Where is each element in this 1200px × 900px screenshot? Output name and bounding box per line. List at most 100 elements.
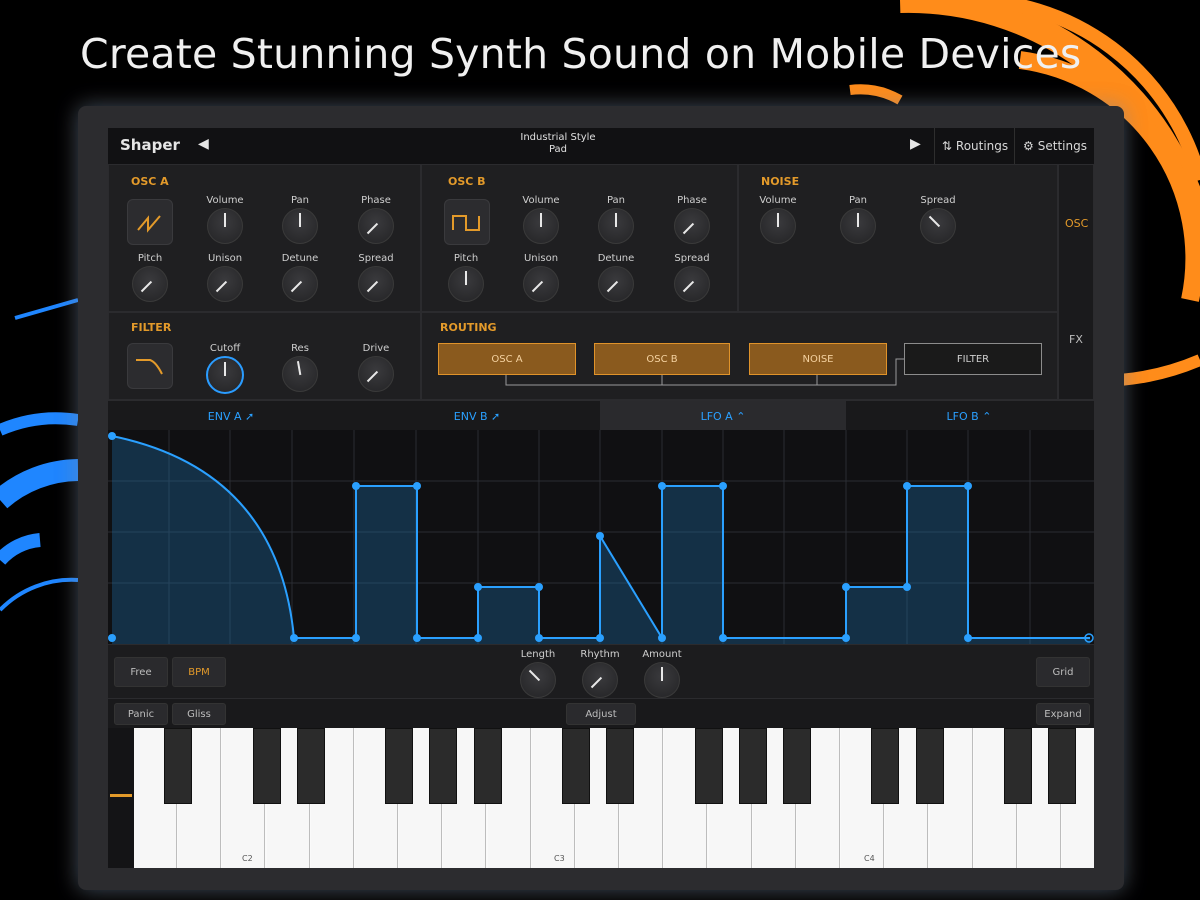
osc-b-volume-knob[interactable]: Volume xyxy=(522,195,560,244)
knob-dial[interactable] xyxy=(920,208,956,244)
knob-dial[interactable] xyxy=(598,266,634,302)
knob-dial[interactable] xyxy=(523,208,559,244)
piano-keyboard[interactable]: C2 C3 C4 xyxy=(134,728,1094,868)
knob-dial[interactable] xyxy=(282,208,318,244)
black-key[interactable] xyxy=(429,728,458,804)
black-key[interactable] xyxy=(915,728,944,804)
lfo-point[interactable] xyxy=(596,634,604,642)
preset-name[interactable]: Industrial Style Pad xyxy=(488,132,628,156)
knob-dial[interactable] xyxy=(282,356,318,392)
black-key[interactable] xyxy=(252,728,281,804)
lfo-point[interactable] xyxy=(413,634,421,642)
settings-button[interactable]: ⚙ Settings xyxy=(1014,128,1094,164)
knob-dial[interactable] xyxy=(598,208,634,244)
lfo-point[interactable] xyxy=(903,583,911,591)
lfo-point[interactable] xyxy=(290,634,298,642)
osc-a-pitch-knob[interactable]: Pitch xyxy=(131,253,169,302)
lfo-length-knob[interactable]: Length xyxy=(519,649,557,698)
panic-button[interactable]: Panic xyxy=(114,703,168,725)
noise-pan-knob[interactable]: Pan xyxy=(839,195,877,244)
tab-osc[interactable]: OSC xyxy=(1065,217,1088,230)
lfo-point[interactable] xyxy=(719,482,727,490)
knob-dial[interactable] xyxy=(207,266,243,302)
osc-a-detune-knob[interactable]: Detune xyxy=(281,253,319,302)
free-button[interactable]: Free xyxy=(114,657,168,687)
lfo-point[interactable] xyxy=(108,634,116,642)
knob-dial[interactable] xyxy=(523,266,559,302)
osc-a-volume-knob[interactable]: Volume xyxy=(206,195,244,244)
expand-button[interactable]: Expand xyxy=(1036,703,1090,725)
lfo-point[interactable] xyxy=(474,634,482,642)
lfo-point[interactable] xyxy=(352,482,360,490)
lfo-point[interactable] xyxy=(413,482,421,490)
adjust-button[interactable]: Adjust xyxy=(566,703,636,725)
lfo-point[interactable] xyxy=(658,482,666,490)
tab-lfo-b[interactable]: LFO B ⌃ xyxy=(846,401,1092,431)
filter-res-knob[interactable]: Res xyxy=(281,343,319,392)
lfo-amount-knob[interactable]: Amount xyxy=(642,649,682,698)
black-key[interactable] xyxy=(783,728,811,804)
tab-env-b[interactable]: ENV B ➚ xyxy=(354,401,600,431)
lfo-point[interactable] xyxy=(108,432,116,440)
lfo-point[interactable] xyxy=(658,634,666,642)
osc-b-detune-knob[interactable]: Detune xyxy=(597,253,635,302)
lfo-shape-editor[interactable] xyxy=(108,430,1094,644)
black-key[interactable] xyxy=(871,728,900,804)
pitch-mod-strip[interactable] xyxy=(108,728,136,868)
black-key[interactable] xyxy=(606,728,635,804)
lfo-point[interactable] xyxy=(535,583,543,591)
knob-dial[interactable] xyxy=(840,208,876,244)
black-key[interactable] xyxy=(473,728,502,804)
tab-env-a[interactable]: ENV A ➚ xyxy=(108,401,354,431)
black-key[interactable] xyxy=(296,728,325,804)
lfo-point[interactable] xyxy=(842,583,850,591)
filter-drive-knob[interactable]: Drive xyxy=(357,343,395,392)
knob-dial[interactable] xyxy=(358,208,394,244)
tab-lfo-a[interactable]: LFO A ⌃ xyxy=(600,401,846,431)
lfo-point[interactable] xyxy=(903,482,911,490)
next-preset-arrow-icon[interactable]: ▶ xyxy=(910,136,921,152)
knob-dial[interactable] xyxy=(358,266,394,302)
knob-dial[interactable] xyxy=(760,208,796,244)
grid-button[interactable]: Grid xyxy=(1036,657,1090,687)
gliss-button[interactable]: Gliss xyxy=(172,703,226,725)
black-key[interactable] xyxy=(738,728,767,804)
knob-dial[interactable] xyxy=(644,662,680,698)
black-key[interactable] xyxy=(164,728,193,804)
black-key[interactable] xyxy=(1048,728,1077,804)
prev-preset-arrow-icon[interactable]: ◀ xyxy=(198,136,209,152)
lfo-rhythm-knob[interactable]: Rhythm xyxy=(580,649,620,698)
lfo-shape-graph[interactable] xyxy=(108,430,1094,644)
osc-b-phase-knob[interactable]: Phase xyxy=(673,195,711,244)
routings-button[interactable]: ⇅ Routings xyxy=(934,128,1015,164)
osc-b-pitch-knob[interactable]: Pitch xyxy=(447,253,485,302)
lfo-point[interactable] xyxy=(719,634,727,642)
knob-dial[interactable] xyxy=(448,266,484,302)
lfo-point[interactable] xyxy=(964,482,972,490)
osc-a-spread-knob[interactable]: Spread xyxy=(357,253,395,302)
knob-dial[interactable] xyxy=(674,208,710,244)
tab-fx[interactable]: FX xyxy=(1069,333,1083,346)
knob-dial[interactable] xyxy=(674,266,710,302)
knob-dial[interactable] xyxy=(132,266,168,302)
filter-type-button[interactable] xyxy=(127,343,173,389)
bpm-button[interactable]: BPM xyxy=(172,657,226,687)
knob-dial[interactable] xyxy=(582,662,618,698)
osc-a-pan-knob[interactable]: Pan xyxy=(281,195,319,244)
lfo-point[interactable] xyxy=(964,634,972,642)
osc-b-pan-knob[interactable]: Pan xyxy=(597,195,635,244)
black-key[interactable] xyxy=(694,728,723,804)
knob-dial[interactable] xyxy=(358,356,394,392)
osc-b-waveform-button[interactable] xyxy=(444,199,490,245)
lfo-point[interactable] xyxy=(352,634,360,642)
black-key[interactable] xyxy=(1004,728,1032,804)
osc-a-waveform-button[interactable] xyxy=(127,199,173,245)
osc-b-unison-knob[interactable]: Unison xyxy=(522,253,560,302)
lfo-point[interactable] xyxy=(842,634,850,642)
black-key[interactable] xyxy=(385,728,414,804)
filter-cutoff-knob[interactable]: Cutoff xyxy=(206,343,244,394)
lfo-point[interactable] xyxy=(535,634,543,642)
knob-dial[interactable] xyxy=(520,662,556,698)
noise-volume-knob[interactable]: Volume xyxy=(759,195,797,244)
osc-a-phase-knob[interactable]: Phase xyxy=(357,195,395,244)
